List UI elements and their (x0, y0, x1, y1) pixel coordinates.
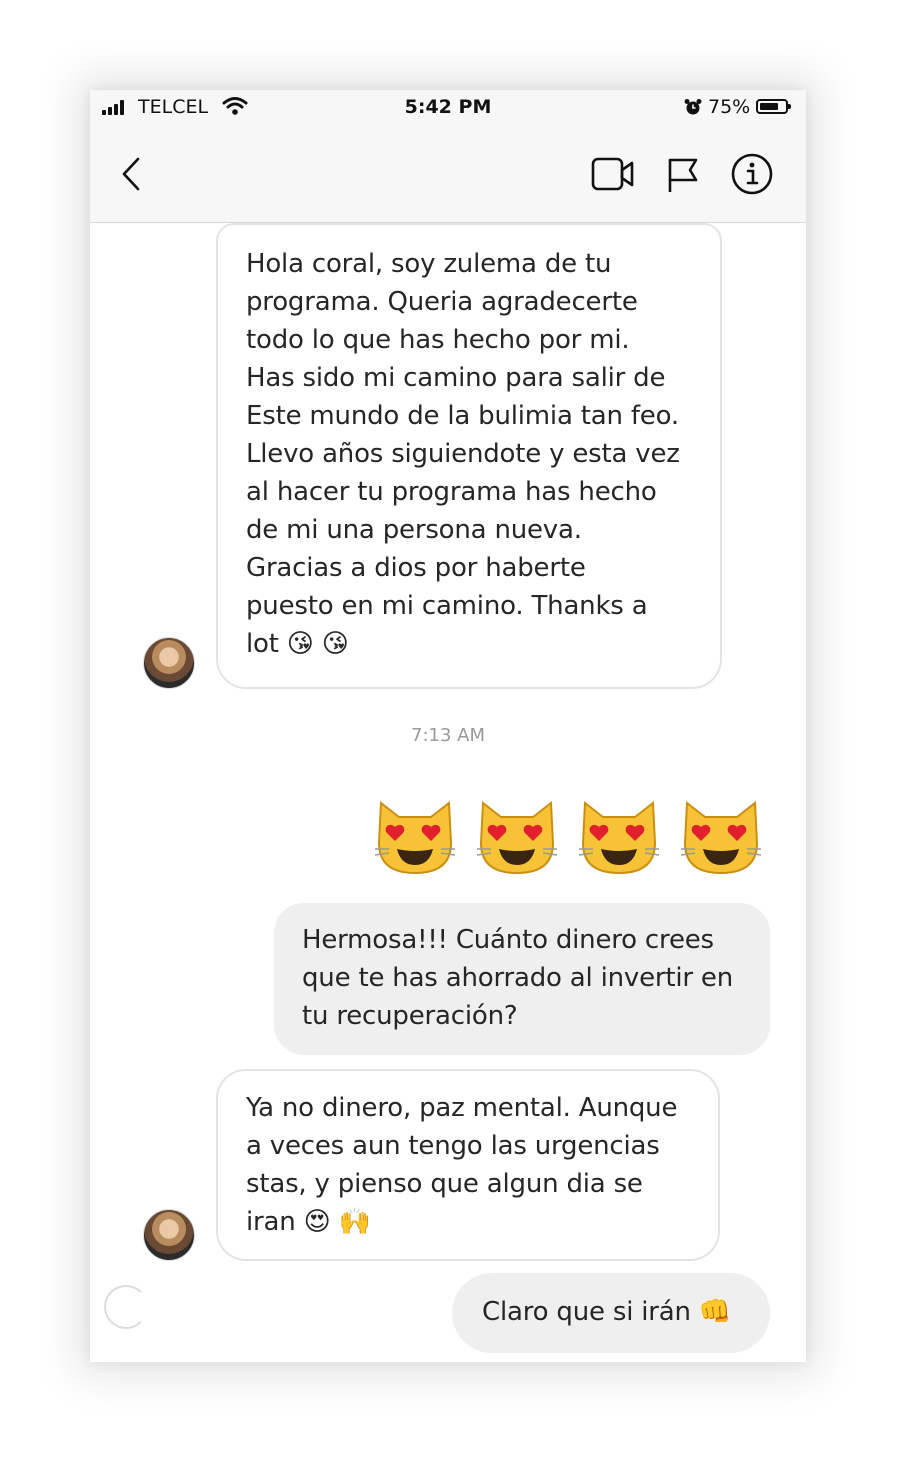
battery-icon (756, 99, 791, 114)
video-call-icon[interactable] (590, 156, 636, 196)
contact-avatar[interactable] (143, 1209, 195, 1261)
outgoing-message-bubble[interactable]: Hermosa!!! Cuánto dinero crees que te ha… (274, 903, 770, 1055)
emoji-message[interactable] (373, 793, 763, 877)
flag-icon[interactable] (665, 156, 701, 198)
outgoing-message-bubble[interactable]: Claro que si irán 👊 (452, 1273, 770, 1353)
heart-eyes-cat-icon (374, 801, 456, 875)
contact-avatar[interactable] (143, 637, 195, 689)
battery-percentage: 75% (708, 96, 751, 118)
back-chevron-icon[interactable] (120, 156, 142, 196)
scroll-indicator (104, 1285, 148, 1329)
info-icon[interactable] (730, 152, 774, 200)
phone-screen: TELCEL 5:42 PM 75% Hola coral, soy zulem… (90, 90, 806, 1362)
status-bar: TELCEL 5:42 PM 75% (90, 90, 806, 126)
incoming-message-bubble[interactable]: Hola coral, soy zulema de tu programa. Q… (216, 223, 722, 689)
heart-eyes-cat-icon (476, 801, 558, 875)
incoming-message-bubble[interactable]: Ya no dinero, paz mental. Aunque a veces… (216, 1069, 720, 1261)
heart-eyes-cat-icon (680, 801, 762, 875)
message-thread: Hola coral, soy zulema de tu programa. Q… (90, 223, 806, 1362)
heart-eyes-cat-icon (578, 801, 660, 875)
message-timestamp: 7:13 AM (411, 725, 485, 746)
conversation-header (90, 126, 806, 223)
alarm-clock-icon (684, 98, 702, 120)
